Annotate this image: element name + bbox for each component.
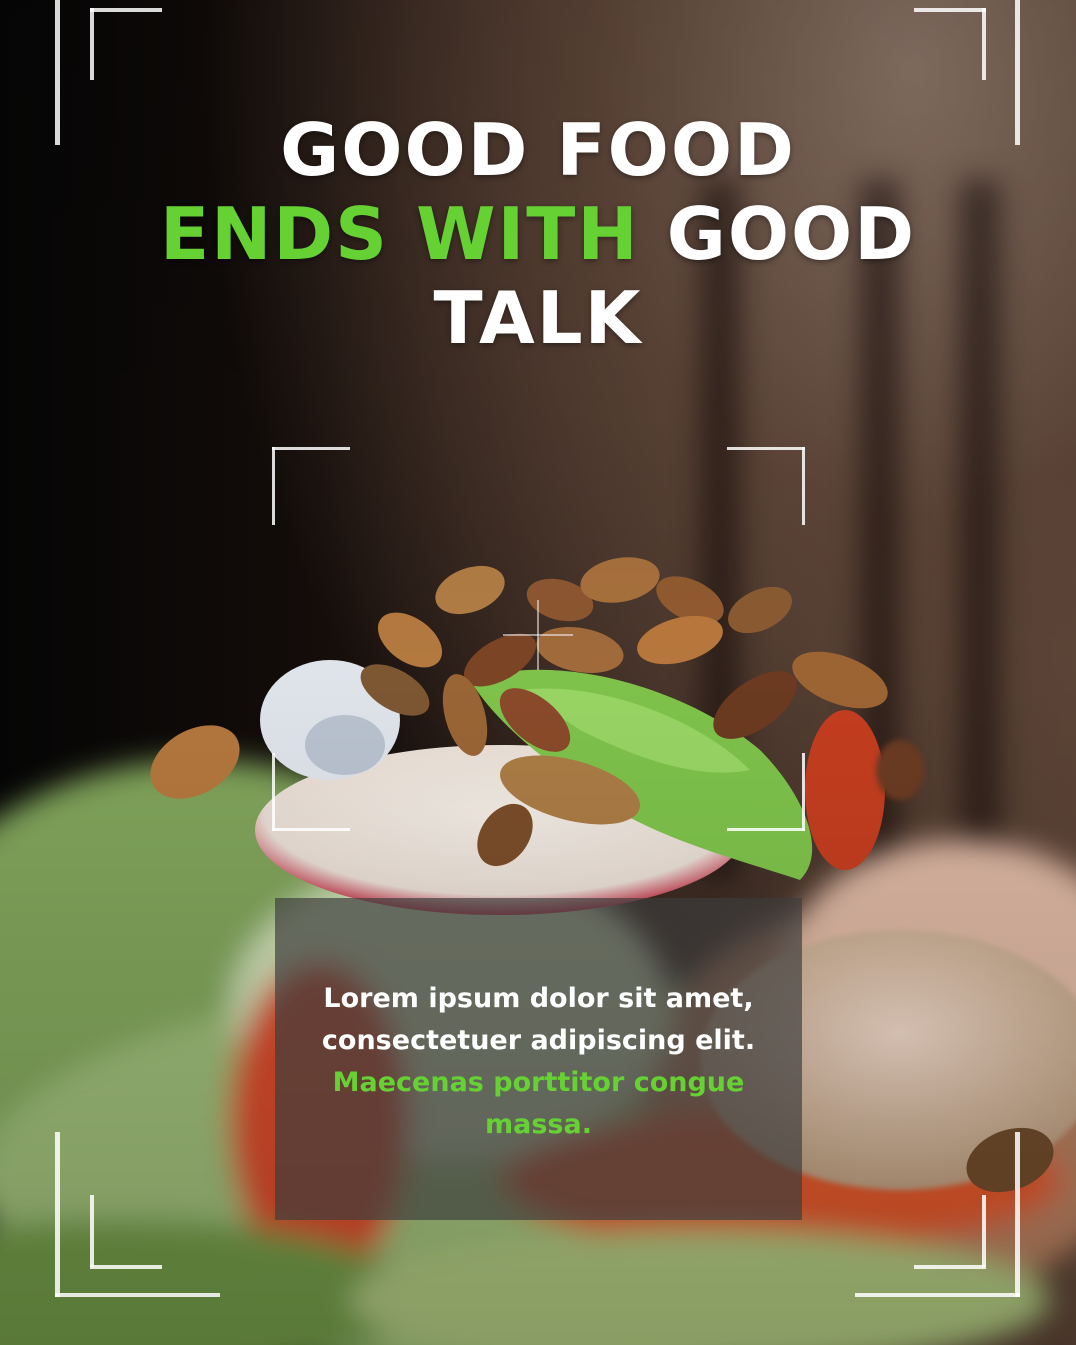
headline-line-3: TALK [433,276,643,360]
body-line-3: Maecenas porttitor congue [332,1067,745,1098]
frame-corner-top-left [90,8,94,80]
viewfinder-crosshair [503,634,573,636]
frame-corner-top-left [90,8,162,12]
viewfinder-corner-bottom-left [272,753,275,831]
viewfinder-corner-top-right [802,447,805,525]
headline-line-2: ENDS WITH GOOD [0,192,1076,276]
frame-corner-bottom-left [55,1132,60,1297]
headline-line-1: GOOD FOOD [280,108,796,192]
poster: GOOD FOOD ENDS WITH GOOD TALK Lorem ipsu… [0,0,1076,1345]
viewfinder-corner-bottom-right [727,828,805,831]
viewfinder-corner-top-left [272,447,275,525]
frame-corner-bottom-right [1015,1132,1020,1297]
headline-line-2-rest: GOOD [666,192,917,276]
body-line-1: Lorem ipsum dolor sit amet, [323,983,754,1014]
body-line-2: consectetuer adipiscing elit. [321,1025,756,1056]
frame-corner-top-right [914,8,986,12]
viewfinder-corner-bottom-left [272,828,350,831]
viewfinder-corner-top-right [727,447,805,450]
frame-corner-bottom-right [914,1265,986,1269]
viewfinder-corner-top-left [272,447,350,450]
body-text: Lorem ipsum dolor sit amet, consectetuer… [275,978,802,1146]
body-line-4: massa. [485,1109,592,1140]
frame-corner-top-right [982,8,986,80]
frame-corner-bottom-left [90,1265,162,1269]
frame-corner-bottom-left [90,1195,94,1267]
headline-highlight: ENDS WITH [159,192,640,276]
frame-corner-bottom-right [982,1195,986,1267]
viewfinder-corner-bottom-right [802,753,805,831]
frame-corner-bottom-right [855,1293,1020,1297]
frame-corner-bottom-left [55,1293,220,1297]
